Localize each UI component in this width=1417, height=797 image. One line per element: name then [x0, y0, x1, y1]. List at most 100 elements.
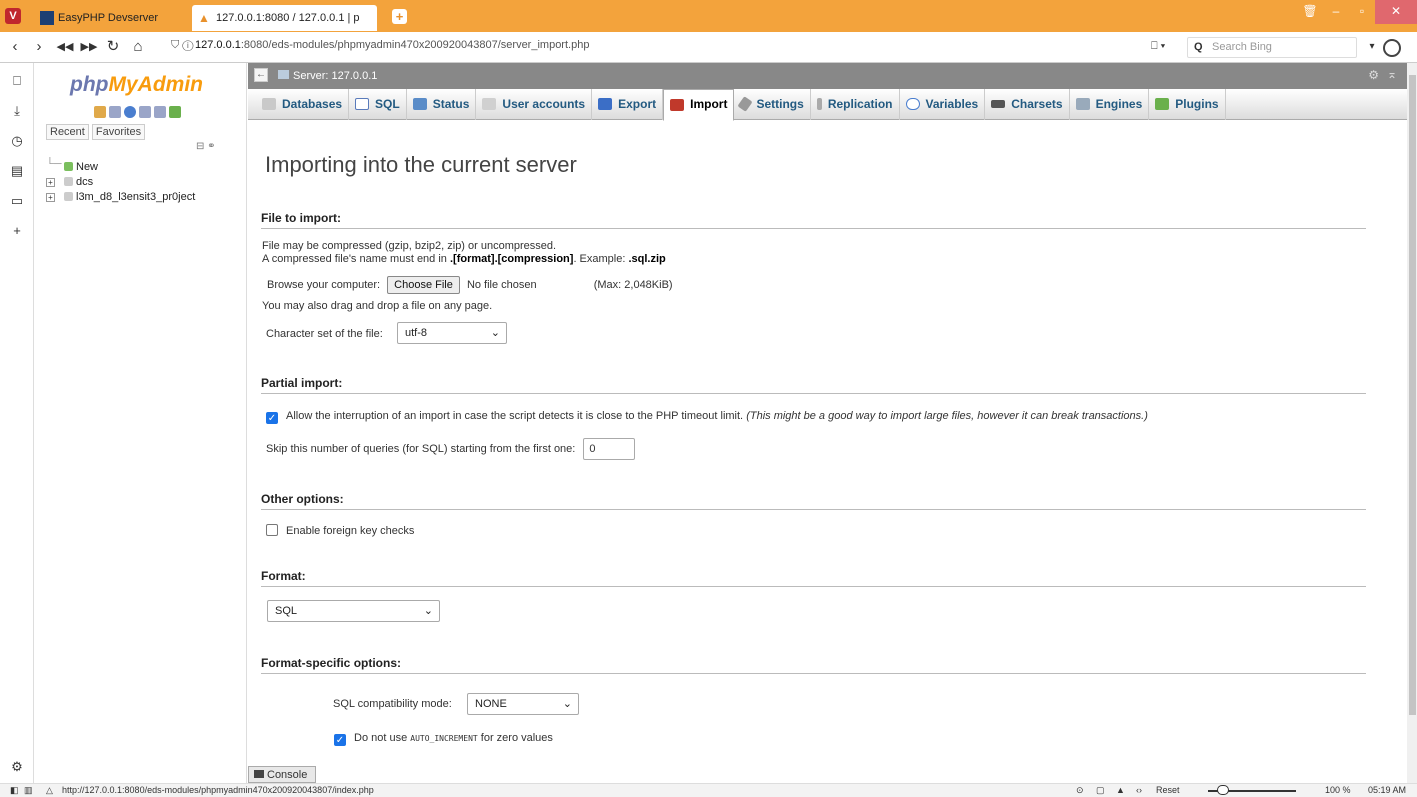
skip-queries-input[interactable]: 0 — [583, 438, 636, 460]
tab-charsets[interactable]: Charsets — [985, 88, 1070, 120]
breadcrumb-label: Server: 127.0.0.1 — [293, 70, 378, 82]
tab-settings[interactable]: Settings — [734, 88, 811, 120]
nav-collapse-arrow-icon[interactable]: ← — [254, 68, 268, 82]
tile-icon[interactable]: ▢ — [1096, 785, 1105, 796]
maximize-button[interactable]: ▫ — [1349, 0, 1375, 24]
rewind-icon[interactable]: ◀◀ — [56, 38, 74, 56]
cloud-sync-icon[interactable]: △ — [46, 785, 53, 796]
skip-label: Skip this number of queries (for SQL) st… — [266, 442, 576, 455]
tab-import[interactable]: Import — [663, 88, 735, 121]
trash-icon[interactable]: 🗑 — [1297, 0, 1323, 24]
capture-icon[interactable]: ⊙ — [1076, 785, 1084, 796]
downloads-panel-icon[interactable]: ⤓ — [9, 103, 25, 119]
choose-file-button[interactable]: Choose File — [387, 276, 460, 294]
search-input[interactable]: Q Search Bing — [1187, 37, 1357, 58]
reload-nav-icon[interactable] — [169, 106, 181, 118]
tree-item-new[interactable]: └─ New — [44, 158, 195, 176]
browser-status-bar: ◧ ▥ △ http://127.0.0.1:8080/eds-modules/… — [0, 783, 1417, 797]
new-tab-button[interactable]: + — [392, 9, 407, 24]
browser-side-panel: ⎕ ⤓ ◷ ▤ ▭ + ⚙ — [0, 63, 34, 783]
tab-status[interactable]: Status — [407, 88, 477, 120]
status-icon — [412, 98, 427, 110]
section-heading-format-specific: Format-specific options: — [261, 656, 1366, 674]
home-icon[interactable]: ⌂ — [129, 38, 147, 56]
logout-icon[interactable] — [109, 106, 121, 118]
reload-icon[interactable]: ↻ — [104, 38, 122, 56]
url-field[interactable]: 127.0.0.1:8080/eds-modules/phpmyadmin470… — [195, 39, 589, 51]
database-tree: └─ New + dcs + l3m_d8_l3ensit3_pr0ject — [44, 158, 195, 206]
section-heading-format: Format: — [261, 569, 1366, 587]
window-panel-icon[interactable]: ▭ — [9, 193, 25, 209]
tree-item-dcs[interactable]: + dcs — [44, 176, 195, 191]
page-scrollbar[interactable] — [1407, 63, 1417, 783]
settings-icon[interactable] — [154, 106, 166, 118]
tab-export[interactable]: Export — [592, 88, 664, 120]
database-icon — [64, 192, 73, 201]
breadcrumb[interactable]: Server: 127.0.0.1 — [278, 70, 377, 82]
tab-databases[interactable]: Databases — [256, 88, 350, 120]
server-breadcrumb-bar: ← Server: 127.0.0.1 ⚙ ⌅ — [248, 63, 1407, 89]
format-select[interactable]: SQL ⌄ — [267, 600, 440, 622]
auto-increment-checkbox[interactable]: ✓ — [334, 734, 346, 746]
allow-interrupt-checkbox[interactable]: ✓ — [266, 412, 278, 424]
tab-plugins[interactable]: Plugins — [1149, 88, 1226, 120]
tab-label: Plugins — [1175, 96, 1219, 111]
settings-gear-icon[interactable]: ⚙ — [9, 759, 25, 775]
tab-user-accounts[interactable]: User accounts — [476, 88, 593, 120]
tree-item-project[interactable]: + l3m_d8_l3ensit3_pr0ject — [44, 191, 195, 206]
scrollbar-thumb[interactable] — [1409, 75, 1416, 715]
browser-tab-easyphp[interactable]: EasyPHP Devserver — [34, 5, 189, 31]
console-toggle[interactable]: Console — [248, 766, 316, 783]
recent-button[interactable]: Recent — [46, 124, 89, 140]
close-button[interactable]: ✕ — [1375, 0, 1417, 24]
search-dropdown-icon[interactable]: ▾ — [1363, 38, 1381, 56]
notes-panel-icon[interactable]: ▤ — [9, 163, 25, 179]
phpmyadmin-favicon-icon: ▲ — [198, 11, 210, 25]
tab-engines[interactable]: Engines — [1070, 88, 1150, 120]
tab-variables[interactable]: Variables — [900, 88, 986, 120]
profile-icon[interactable] — [1383, 39, 1401, 57]
tab-label: Settings — [756, 96, 804, 111]
phpmyadmin-logo[interactable]: phpMyAdmin — [70, 73, 203, 97]
zoom-slider-handle[interactable] — [1217, 785, 1229, 795]
help-icon[interactable] — [124, 106, 136, 118]
bookmarks-panel-icon[interactable]: ⎕ — [9, 73, 25, 89]
back-icon[interactable]: ‹ — [6, 38, 24, 56]
vivaldi-logo-icon[interactable]: V — [5, 8, 21, 24]
site-info-icon[interactable]: ⛉ ⓘ — [171, 39, 194, 52]
collapse-top-icon[interactable]: ⌅ — [1387, 67, 1397, 81]
favorites-button[interactable]: Favorites — [91, 124, 146, 140]
minimize-button[interactable]: – — [1323, 0, 1349, 24]
zoom-reset[interactable]: Reset — [1156, 785, 1180, 795]
code-icon[interactable]: ‹› — [1136, 785, 1142, 795]
tab-tiling-icon[interactable]: ▥ — [24, 785, 33, 796]
history-panel-icon[interactable]: ◷ — [9, 133, 25, 149]
expand-icon[interactable]: + — [46, 193, 55, 202]
example-format: .[format].[compression] — [449, 253, 574, 265]
page-settings-icon[interactable]: ⚙ — [1368, 68, 1379, 82]
forward-icon[interactable]: › — [30, 38, 48, 56]
collapse-link-icons[interactable]: ⊟ ⚭ — [196, 141, 216, 152]
tab-label: Replication — [827, 96, 893, 111]
docs-icon[interactable] — [139, 106, 151, 118]
browser-tab-phpmyadmin[interactable]: ▲ 127.0.0.1:8080 / 127.0.0.1 | p — [192, 5, 377, 31]
compat-mode-select[interactable]: NONE ⌄ — [467, 693, 579, 715]
home-icon[interactable] — [94, 106, 106, 118]
tab-sql[interactable]: SQL — [349, 88, 407, 120]
tab-label: Variables — [925, 96, 979, 111]
url-host: 127.0.0.1 — [195, 39, 241, 51]
fast-forward-icon[interactable]: ▶▶ — [80, 38, 98, 56]
browse-row: Browse your computer: Choose File No fil… — [267, 276, 673, 294]
bookmark-icon[interactable]: ⎕ ▾ — [1151, 40, 1165, 53]
expand-icon[interactable]: + — [46, 178, 55, 187]
add-panel-icon[interactable]: + — [9, 223, 25, 239]
auto-increment-row: ✓ Do not use AUTO_INCREMENT for zero valu… — [334, 732, 553, 746]
image-icon[interactable]: ▲ — [1116, 785, 1125, 795]
tab-label: EasyPHP Devserver — [58, 12, 159, 24]
tab-replication[interactable]: Replication — [811, 88, 900, 120]
compression-example: A compressed file's name must end in .[f… — [262, 253, 666, 265]
charset-select[interactable]: utf-8 ⌄ — [397, 322, 507, 344]
foreign-key-checkbox[interactable] — [266, 524, 278, 536]
panel-toggle-icon[interactable]: ◧ — [10, 785, 19, 796]
status-url: http://127.0.0.1:8080/eds-modules/phpmya… — [62, 785, 374, 795]
